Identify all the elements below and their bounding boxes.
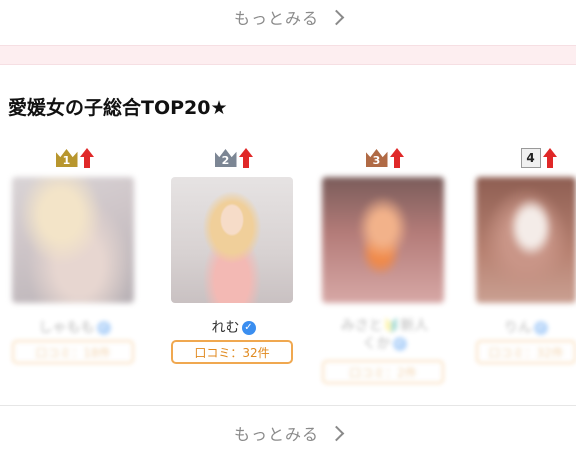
girl-photo[interactable] [476,177,576,303]
review-count-button[interactable]: 口コミ：32件 [171,340,293,364]
up-arrow-icon [542,148,557,168]
girl-name: りん ✓ [476,317,576,337]
chevron-right-icon [328,9,345,25]
rank-badge: 4 [476,146,576,170]
rank-badge: 3 [322,146,447,170]
rank-badge: 2 [171,146,296,170]
rank-badge: 1 [12,146,137,170]
divider [0,405,576,406]
ranking-card-3[interactable]: 3 みさと🔰新人 くか ✓ 口コミ：2件 [322,146,447,384]
girl-name: みさと🔰新人 くか ✓ [340,318,429,352]
see-more-label: もっとみる [233,9,319,28]
ranking-card-4[interactable]: 4 りん ✓ 口コミ：32件 [476,146,576,376]
review-count-button[interactable]: 口コミ：2件 [322,360,444,384]
verified-icon: ✓ [534,321,548,335]
girl-photo[interactable] [322,177,444,303]
crown-icon: 1 [55,149,78,167]
photo-fill [476,177,576,303]
verified-icon: ✓ [241,321,256,335]
see-more-link-top[interactable]: もっとみる [0,0,576,34]
crown-icon: 2 [214,149,237,167]
section-title: 愛媛女の子総合TOP20★ [8,97,228,119]
up-arrow-icon [389,148,404,168]
review-count-button[interactable]: 口コミ：32件 [476,340,576,364]
review-count-button[interactable]: 口コミ：18件 [12,340,134,364]
up-arrow-icon [238,148,253,168]
crown-icon: 3 [365,149,388,167]
verified-icon: ✓ [392,337,407,351]
girl-photo[interactable] [12,177,134,303]
see-more-label: もっとみる [233,425,319,444]
ranking-card-2[interactable]: 2 れむ ✓ 口コミ：32件 [171,146,296,376]
girl-name: れむ ✓ [171,317,296,337]
verified-icon: ✓ [96,321,111,335]
girl-name: しゃもも ✓ [12,317,137,337]
girl-photo[interactable] [171,177,293,303]
chevron-right-icon [328,425,345,441]
rank-number-box: 4 [520,148,541,168]
up-arrow-icon [79,148,94,168]
section-separator [0,45,576,65]
ranking-card-1[interactable]: 1 しゃもも ✓ 口コミ：18件 [12,146,137,376]
